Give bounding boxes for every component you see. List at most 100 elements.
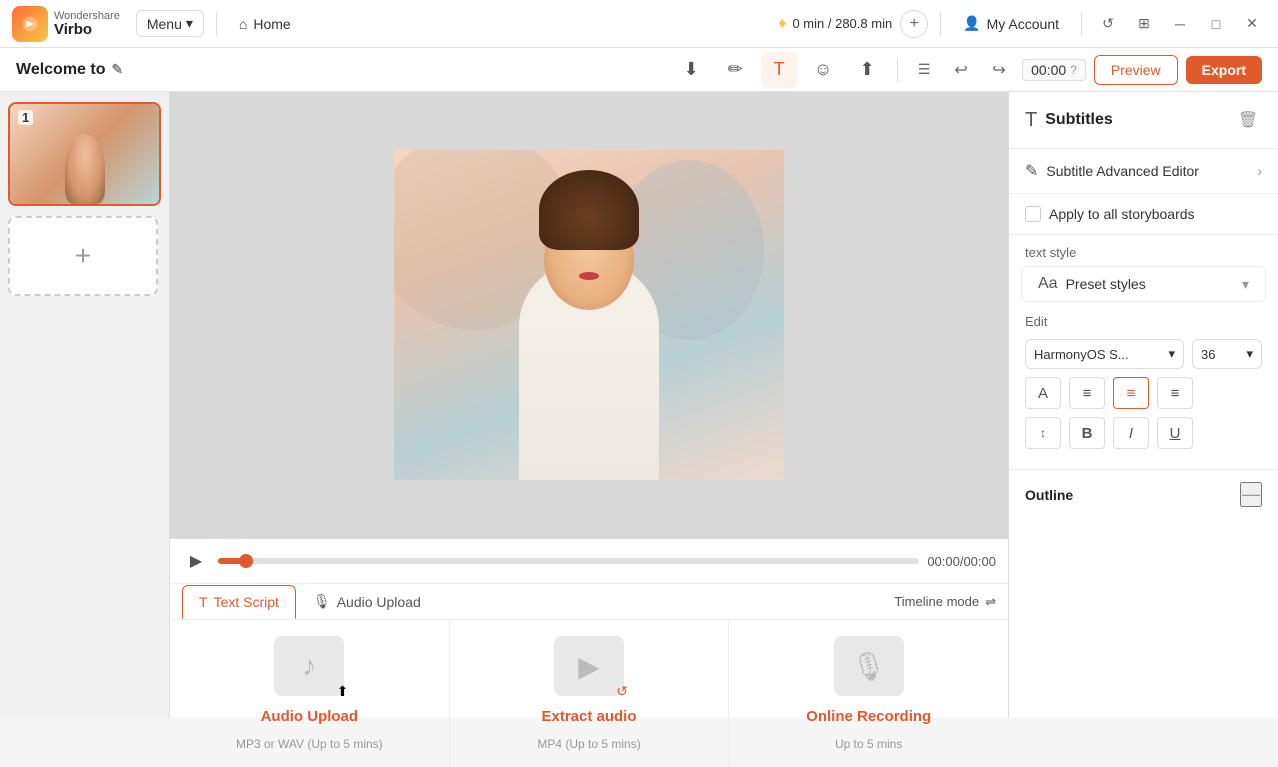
align-right-button[interactable]: ≡ xyxy=(1157,377,1193,409)
topbar: Wondershare Virbo Menu ▾ ⌂ Home ♦ 0 min … xyxy=(0,0,1278,48)
italic-button[interactable]: I xyxy=(1113,417,1149,449)
font-size-text: 36 xyxy=(1201,347,1215,362)
add-duration-button[interactable]: + xyxy=(900,10,928,38)
microphone-icon: 🎙 xyxy=(851,650,887,683)
extract-refresh-badge: ↺ xyxy=(616,683,628,700)
play-button[interactable]: ▶ xyxy=(182,547,210,575)
undo-button[interactable]: ↩ xyxy=(946,55,976,85)
storyboard-add-button[interactable]: + xyxy=(8,216,158,296)
duration-text: 0 min / 280.8 min xyxy=(792,16,892,31)
align-left-icon: ≡ xyxy=(1083,385,1092,402)
storyboard-item-1[interactable]: 1 xyxy=(8,102,161,206)
media-tool-button[interactable]: ⬇ xyxy=(673,52,709,88)
timeline-mode-toggle[interactable]: Timeline mode ⇌ xyxy=(894,594,996,610)
line-spacing-button[interactable]: ↕ xyxy=(1025,417,1061,449)
text-tool-button[interactable]: T xyxy=(761,52,797,88)
logo-area: Wondershare Virbo xyxy=(12,6,120,42)
size-selector[interactable]: 36 ▾ xyxy=(1192,339,1262,369)
export-label: Export xyxy=(1202,62,1246,78)
extract-audio-option[interactable]: ▶ ↺ Extract audio MP4 (Up to 5 mins) xyxy=(450,620,730,767)
maximize-button[interactable]: □ xyxy=(1202,10,1230,38)
online-recording-subtitle: Up to 5 mins xyxy=(835,737,902,751)
divider-2 xyxy=(940,12,941,36)
account-button[interactable]: 👤 My Account xyxy=(953,11,1069,36)
edit-section: Edit HarmonyOS S... ▾ 36 ▾ A ≡ xyxy=(1009,302,1278,469)
tab-audio-upload[interactable]: 🎙 Audio Upload xyxy=(296,584,438,619)
media-icon: ⬇ xyxy=(684,59,699,80)
font-selector-chevron-icon: ▾ xyxy=(1168,346,1175,362)
project-title: Welcome to ✎ xyxy=(16,61,123,79)
align-center-button[interactable]: ≡ xyxy=(1113,377,1149,409)
subtitles-icon: T xyxy=(1025,109,1037,132)
toolbar2: Welcome to ✎ ⬇ ✏ T ☺ ⬆ ☰ ↩ ↪ 00:00 ? Pre… xyxy=(0,48,1278,92)
preset-styles-row[interactable]: Aa Preset styles ▾ xyxy=(1021,266,1266,302)
bold-button[interactable]: B xyxy=(1069,417,1105,449)
progress-bar[interactable] xyxy=(218,558,919,564)
upload-options: ♪ ⬆ Audio Upload MP3 or WAV (Up to 5 min… xyxy=(170,620,1008,767)
logo-text: Wondershare Virbo xyxy=(54,11,120,37)
storyboard-panel: 1 + xyxy=(0,92,170,718)
subtitles-title: Subtitles xyxy=(1045,111,1226,129)
minimize-button[interactable]: ─ xyxy=(1166,10,1194,38)
save-icon-button[interactable]: ☰ xyxy=(910,56,938,84)
outline-toggle-button[interactable]: — xyxy=(1240,482,1262,507)
project-title-text: Welcome to xyxy=(16,61,106,79)
main-area: 1 + xyxy=(0,92,1278,718)
online-recording-title: Online Recording xyxy=(806,708,931,725)
font-selector[interactable]: HarmonyOS S... ▾ xyxy=(1025,339,1184,369)
underline-button[interactable]: U xyxy=(1157,417,1193,449)
preview-label: Preview xyxy=(1111,62,1161,78)
apply-all-checkbox[interactable] xyxy=(1025,206,1041,222)
delete-button[interactable]: 🗑 xyxy=(1234,106,1262,134)
alignment-row: A ≡ ≡ ≡ xyxy=(1025,377,1262,409)
grid-button[interactable]: ⊞ xyxy=(1130,10,1158,38)
adv-editor-pencil-icon: ✎ xyxy=(1025,161,1038,181)
app-name-label: Virbo xyxy=(54,22,120,37)
right-panel: T Subtitles 🗑 ✎ Subtitle Advanced Editor… xyxy=(1008,92,1278,718)
timecode-display: 00:00 ? xyxy=(1022,59,1086,81)
extract-audio-subtitle: MP4 (Up to 5 mins) xyxy=(537,737,640,751)
account-person-icon: 👤 xyxy=(963,15,980,32)
online-recording-option[interactable]: 🎙 Online Recording Up to 5 mins xyxy=(729,620,1008,767)
outline-header: Outline — xyxy=(1025,482,1262,507)
audio-tab-icon: 🎙 xyxy=(313,593,331,610)
storyboard-number-1: 1 xyxy=(18,110,33,125)
sticker-icon: ☺ xyxy=(814,59,832,80)
timeline-mode-icon: ⇌ xyxy=(985,594,996,610)
upload-tool-button[interactable]: ⬆ xyxy=(849,52,885,88)
audio-upload-option[interactable]: ♪ ⬆ Audio Upload MP3 or WAV (Up to 5 min… xyxy=(170,620,450,767)
color-button[interactable]: A xyxy=(1025,377,1061,409)
edit-title-icon[interactable]: ✎ xyxy=(112,61,124,78)
preview-button[interactable]: Preview xyxy=(1094,55,1178,85)
help-icon: ? xyxy=(1070,63,1077,77)
text-icon: T xyxy=(774,59,785,80)
brush-tool-button[interactable]: ✏ xyxy=(717,52,753,88)
brand-label: Wondershare xyxy=(54,11,120,22)
tab-text-script[interactable]: T Text Script xyxy=(182,585,296,619)
canvas-viewport xyxy=(170,92,1008,538)
account-label: My Account xyxy=(987,16,1059,32)
export-button[interactable]: Export xyxy=(1186,56,1262,84)
sticker-tool-button[interactable]: ☺ xyxy=(805,52,841,88)
audio-tab-label: Audio Upload xyxy=(337,594,421,610)
extract-audio-title: Extract audio xyxy=(541,708,636,725)
preset-chevron-icon: ▾ xyxy=(1242,276,1249,293)
home-button[interactable]: ⌂ Home xyxy=(229,12,301,36)
progress-handle[interactable] xyxy=(239,554,253,568)
text-style-label: text style xyxy=(1009,235,1278,266)
timeline-controls: ▶ 00:00/00:00 xyxy=(170,539,1008,584)
canvas-area: ▶ 00:00/00:00 T Text Script 🎙 Audio Uplo… xyxy=(170,92,1008,718)
align-left-button[interactable]: ≡ xyxy=(1069,377,1105,409)
outline-label: Outline xyxy=(1025,487,1073,503)
redo-button[interactable]: ↪ xyxy=(984,55,1014,85)
menu-button[interactable]: Menu ▾ xyxy=(136,10,204,37)
audio-upload-title: Audio Upload xyxy=(261,708,359,725)
close-button[interactable]: ✕ xyxy=(1238,10,1266,38)
format-row: ↕ B I U xyxy=(1025,417,1262,449)
subtitle-advanced-editor-row[interactable]: ✎ Subtitle Advanced Editor › xyxy=(1009,149,1278,194)
refresh-button[interactable]: ↺ xyxy=(1094,10,1122,38)
audio-upload-icon-wrap: ♪ ⬆ xyxy=(274,636,344,696)
right-panel-header: T Subtitles 🗑 xyxy=(1009,92,1278,149)
menu-chevron-icon: ▾ xyxy=(186,15,193,32)
portrait-canvas xyxy=(394,150,784,480)
